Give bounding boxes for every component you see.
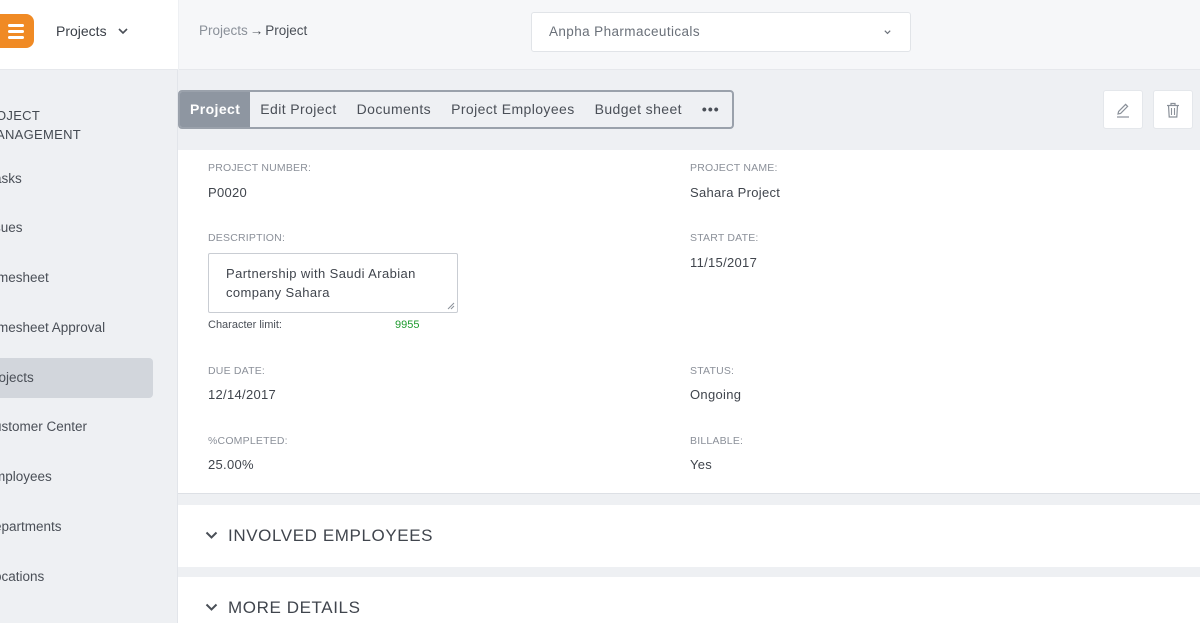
char-limit-count: 9955 — [395, 319, 420, 331]
project-number-label: PROJECT NUMBER: — [208, 162, 312, 174]
sidebar-section-title: OJECT ANAGEMENT — [0, 108, 82, 142]
tab-edit-project[interactable]: Edit Project — [250, 92, 346, 127]
breadcrumb-separator: → — [249, 23, 264, 38]
tab-documents[interactable]: Documents — [347, 92, 441, 127]
start-date-label: START DATE: — [690, 232, 759, 244]
sidebar-item-employees[interactable]: mployees — [0, 457, 153, 497]
sidebar-item-locations[interactable]: ocations — [0, 557, 153, 597]
billable-label: BILLABLE: — [690, 435, 744, 447]
completed-label: %COMPLETED: — [208, 435, 288, 447]
description-label: DESCRIPTION: — [208, 232, 286, 244]
sidebar-item-projects[interactable]: rojects — [0, 358, 153, 398]
resize-handle-icon[interactable] — [447, 302, 455, 310]
involved-employees-section[interactable]: INVOLVED EMPLOYEES — [178, 505, 1200, 567]
chevron-down-icon — [205, 531, 218, 539]
pencil-icon — [1117, 103, 1129, 118]
description-textarea[interactable]: Partnership with Saudi Arabian company S… — [208, 253, 458, 313]
breadcrumb-parent[interactable]: Projects — [199, 23, 248, 38]
billable-value: Yes — [690, 457, 713, 472]
start-date-value: 11/15/2017 — [690, 255, 758, 270]
due-date-label: DUE DATE: — [208, 365, 266, 377]
sidebar-item-timesheet[interactable]: imesheet — [0, 258, 153, 298]
status-label: STATUS: — [690, 365, 735, 377]
breadcrumb-current: Project — [265, 23, 308, 38]
project-name-label: PROJECT NAME: — [690, 162, 778, 174]
char-limit-label: Character limit: — [208, 319, 282, 331]
chevron-down-icon — [205, 603, 218, 611]
tab-more[interactable]: ••• — [692, 92, 732, 127]
project-number-value: P0020 — [208, 185, 248, 200]
app-switcher[interactable]: Projects — [56, 23, 129, 39]
sidebar-item-tasks[interactable]: asks — [0, 159, 153, 199]
tab-project-employees[interactable]: Project Employees — [441, 92, 585, 127]
top-bar: Projects → Project Anpha Pharmaceuticals — [179, 0, 1200, 70]
sidebar-item-timesheet-approval[interactable]: imesheet Approval — [0, 308, 153, 348]
app-switcher-label: Projects — [56, 23, 107, 39]
status-value: Ongoing — [690, 387, 742, 402]
sidebar-item-departments[interactable]: epartments — [0, 507, 153, 547]
sidebar: Projects OJECT ANAGEMENT asks sues imesh… — [0, 0, 178, 623]
sidebar-item-customer-center[interactable]: ustomer Center — [0, 407, 153, 447]
description-value: Partnership with Saudi Arabian company S… — [226, 266, 416, 300]
tab-project[interactable]: Project — [180, 92, 251, 127]
tab-budget-sheet[interactable]: Budget sheet — [585, 92, 692, 127]
app-logo[interactable] — [0, 14, 34, 48]
chevron-down-icon — [118, 28, 128, 35]
company-select-value: Anpha Pharmaceuticals — [549, 24, 700, 39]
chevron-down-icon — [884, 30, 891, 35]
edit-button[interactable] — [1103, 90, 1143, 129]
completed-value: 25.00% — [208, 457, 254, 472]
trash-icon — [1167, 102, 1179, 118]
project-details-card: PROJECT NUMBER: P0020 PROJECT NAME: Saha… — [178, 150, 1200, 494]
due-date-value: 12/14/2017 — [208, 387, 277, 402]
sidebar-item-issues[interactable]: sues — [0, 208, 153, 248]
project-name-value: Sahara Project — [690, 185, 781, 200]
delete-button[interactable] — [1153, 90, 1193, 129]
sidebar-header: Projects — [0, 0, 178, 70]
company-select[interactable]: Anpha Pharmaceuticals — [531, 12, 911, 52]
project-tabs: Project Edit Project Documents Project E… — [178, 90, 734, 129]
more-details-title: MORE DETAILS — [228, 598, 361, 617]
breadcrumb: Projects → Project — [199, 23, 307, 38]
involved-employees-title: INVOLVED EMPLOYEES — [228, 526, 434, 545]
more-details-section[interactable]: MORE DETAILS — [178, 577, 1200, 623]
